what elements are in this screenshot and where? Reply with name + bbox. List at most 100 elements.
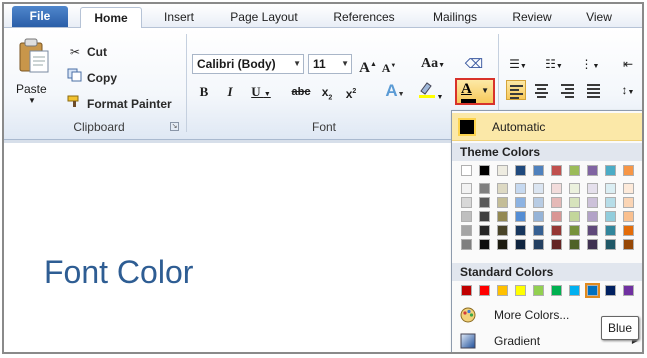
theme-shade-swatch[interactable] [461, 183, 472, 194]
theme-color-swatch[interactable] [461, 165, 472, 176]
theme-shade-swatch[interactable] [479, 239, 490, 250]
theme-color-swatch[interactable] [569, 165, 580, 176]
theme-shade-swatch[interactable] [515, 197, 526, 208]
standard-color-swatch[interactable] [479, 285, 490, 296]
theme-shade-swatch[interactable] [623, 183, 634, 194]
theme-color-swatch[interactable] [623, 165, 634, 176]
theme-shade-swatch[interactable] [515, 211, 526, 222]
chevron-down-icon[interactable]: ▼ [481, 86, 489, 95]
theme-shade-swatch[interactable] [551, 197, 562, 208]
theme-color-swatch[interactable] [605, 165, 616, 176]
copy-button[interactable]: Copy [66, 68, 117, 88]
italic-button[interactable]: I [222, 82, 238, 102]
standard-color-swatch[interactable] [623, 285, 634, 296]
standard-color-swatch[interactable] [461, 285, 472, 296]
theme-shade-swatch[interactable] [551, 239, 562, 250]
standard-color-swatch[interactable] [569, 285, 580, 296]
font-name-box[interactable]: Calibri (Body) ▼ [192, 54, 304, 74]
theme-shade-swatch[interactable] [497, 239, 508, 250]
theme-color-swatch[interactable] [587, 165, 598, 176]
automatic-color-option[interactable]: Automatic [452, 113, 642, 141]
theme-shade-swatch[interactable] [551, 225, 562, 236]
theme-color-swatch[interactable] [479, 165, 490, 176]
numbering-button[interactable]: ☷▼ [538, 54, 570, 74]
theme-shade-swatch[interactable] [587, 197, 598, 208]
theme-shade-swatch[interactable] [605, 239, 616, 250]
theme-color-swatch[interactable] [551, 165, 562, 176]
standard-color-swatch[interactable] [533, 285, 544, 296]
format-painter-button[interactable]: Format Painter [66, 94, 172, 114]
tab-mailings[interactable]: Mailings [420, 7, 490, 29]
standard-color-swatch[interactable] [497, 285, 508, 296]
theme-shade-swatch[interactable] [623, 225, 634, 236]
standard-color-swatch[interactable] [585, 283, 600, 298]
tab-home[interactable]: Home [80, 7, 142, 29]
theme-shade-swatch[interactable] [533, 239, 544, 250]
clipboard-dialog-launcher[interactable]: ↘ [170, 122, 179, 131]
cut-button[interactable]: ✂ Cut [66, 42, 107, 62]
decrease-indent-button[interactable]: ⇤ [618, 54, 638, 74]
bullets-button[interactable]: ☰▼ [502, 54, 534, 74]
theme-shade-swatch[interactable] [623, 197, 634, 208]
paste-dropdown-arrow[interactable]: ▼ [28, 96, 36, 105]
theme-shade-swatch[interactable] [569, 211, 580, 222]
theme-shade-swatch[interactable] [497, 225, 508, 236]
theme-shade-swatch[interactable] [605, 197, 616, 208]
theme-shade-swatch[interactable] [587, 211, 598, 222]
theme-shade-swatch[interactable] [533, 183, 544, 194]
standard-color-swatch[interactable] [605, 285, 616, 296]
grow-font-button[interactable]: A▲ [358, 54, 378, 76]
theme-shade-swatch[interactable] [515, 239, 526, 250]
theme-shade-swatch[interactable] [587, 225, 598, 236]
theme-shade-swatch[interactable] [479, 225, 490, 236]
theme-shade-swatch[interactable] [479, 183, 490, 194]
standard-color-swatch[interactable] [515, 285, 526, 296]
theme-shade-swatch[interactable] [569, 225, 580, 236]
theme-shade-swatch[interactable] [587, 183, 598, 194]
theme-shade-swatch[interactable] [605, 211, 616, 222]
document-heading[interactable]: Font Color [44, 254, 193, 291]
theme-shade-swatch[interactable] [461, 211, 472, 222]
theme-shade-swatch[interactable] [461, 225, 472, 236]
theme-shade-swatch[interactable] [533, 211, 544, 222]
theme-shade-swatch[interactable] [605, 183, 616, 194]
theme-shade-swatch[interactable] [533, 197, 544, 208]
theme-shade-swatch[interactable] [569, 183, 580, 194]
theme-shade-swatch[interactable] [569, 239, 580, 250]
tab-file[interactable]: File [12, 6, 68, 27]
theme-shade-swatch[interactable] [461, 197, 472, 208]
chevron-down-icon[interactable]: ▼ [293, 55, 301, 73]
theme-shade-swatch[interactable] [515, 183, 526, 194]
theme-shade-swatch[interactable] [533, 225, 544, 236]
paste-button[interactable]: Paste [16, 82, 47, 96]
paste-icon[interactable] [18, 38, 50, 74]
multilevel-list-button[interactable]: ⋮▼ [574, 54, 606, 74]
theme-color-swatch[interactable] [533, 165, 544, 176]
justify-button[interactable] [584, 80, 604, 100]
tab-references[interactable]: References [322, 7, 406, 29]
shrink-font-button[interactable]: A▼ [380, 56, 398, 76]
text-effects-button[interactable]: A▼ [380, 81, 410, 101]
theme-shade-swatch[interactable] [497, 183, 508, 194]
chevron-down-icon[interactable]: ▼ [341, 55, 349, 73]
standard-color-swatch[interactable] [551, 285, 562, 296]
bold-button[interactable]: B [196, 82, 212, 102]
theme-shade-swatch[interactable] [479, 197, 490, 208]
theme-shade-swatch[interactable] [515, 225, 526, 236]
theme-color-swatch[interactable] [497, 165, 508, 176]
font-size-box[interactable]: 11 ▼ [308, 54, 352, 74]
theme-color-swatch[interactable] [515, 165, 526, 176]
align-left-button[interactable] [506, 80, 526, 100]
theme-shade-swatch[interactable] [461, 239, 472, 250]
tab-page-layout[interactable]: Page Layout [218, 7, 310, 29]
strikethrough-button[interactable]: abc [288, 82, 314, 102]
theme-shade-swatch[interactable] [623, 239, 634, 250]
theme-shade-swatch[interactable] [551, 183, 562, 194]
subscript-button[interactable]: x2 [318, 82, 336, 102]
theme-shade-swatch[interactable] [479, 211, 490, 222]
tab-review[interactable]: Review [504, 7, 560, 29]
theme-shade-swatch[interactable] [569, 197, 580, 208]
superscript-button[interactable]: x2 [342, 82, 360, 102]
align-right-button[interactable] [558, 80, 578, 100]
tab-view[interactable]: View [576, 7, 622, 29]
